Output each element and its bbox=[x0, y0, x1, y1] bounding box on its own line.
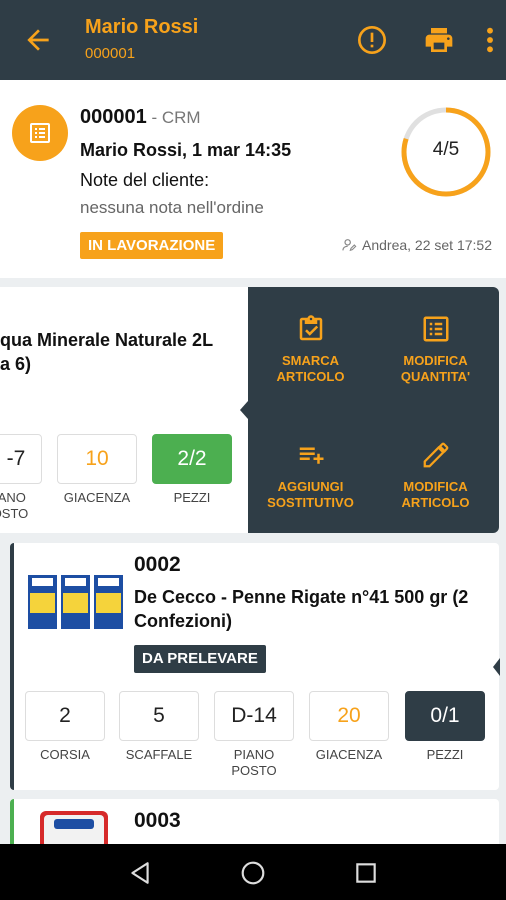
item-code: 0002 bbox=[134, 553, 181, 576]
panel-notch bbox=[240, 401, 248, 419]
pieces-label: PEZZI bbox=[173, 490, 211, 505]
nav-home-icon[interactable] bbox=[240, 860, 266, 886]
position-field: D-14 bbox=[214, 691, 294, 741]
stock-label: GIACENZA bbox=[315, 747, 383, 762]
page-subtitle: 000001 bbox=[85, 45, 136, 62]
swipe-actions-panel: SMARCA ARTICOLO MODIFICA QUANTITA' AGGIUNG… bbox=[240, 287, 499, 533]
position-field: -7 bbox=[0, 434, 42, 484]
app-bar: Mario Rossi 000001 bbox=[0, 0, 506, 80]
order-number: 000001 - CRM bbox=[80, 106, 201, 128]
user-edit-icon bbox=[342, 239, 357, 252]
stock-label: GIACENZA bbox=[63, 490, 131, 505]
progress-text: 4/5 bbox=[432, 139, 460, 160]
position-label: IANOOSTO bbox=[0, 490, 29, 521]
order-icon bbox=[12, 105, 68, 161]
shelf-field: 5 bbox=[119, 691, 199, 741]
order-customer: Mario Rossi, 1 mar 14:35 bbox=[80, 140, 292, 160]
aisle-label: CORSIA bbox=[40, 747, 90, 762]
more-vert-icon[interactable] bbox=[474, 24, 506, 56]
nav-back-icon[interactable] bbox=[127, 860, 153, 886]
add-substitute-button[interactable]: AGGIUNGI SOSTITUTIVO bbox=[248, 440, 373, 511]
clipboard-check-icon bbox=[299, 315, 322, 341]
playlist-add-icon bbox=[299, 447, 323, 464]
product-image bbox=[28, 575, 123, 629]
status-badge: DA PRELEVARE bbox=[134, 645, 266, 673]
shelf-label: SCAFFALE bbox=[125, 747, 193, 762]
edit-quantity-button[interactable]: MODIFICA QUANTITA' bbox=[373, 314, 498, 385]
system-nav-bar bbox=[0, 844, 506, 900]
swipe-indicator bbox=[493, 658, 500, 676]
list-box-icon bbox=[30, 123, 50, 143]
aisle-field: 2 bbox=[25, 691, 105, 741]
order-source: - CRM bbox=[146, 108, 201, 127]
product-image bbox=[40, 811, 108, 844]
nav-recents-icon[interactable] bbox=[353, 860, 379, 886]
page-title: Mario Rossi bbox=[85, 16, 199, 38]
order-item-card[interactable]: 0002 De Cecco - Penne Rigate n°41 500 gr… bbox=[10, 543, 500, 790]
stock-field: 20 bbox=[309, 691, 389, 741]
note-label: Note del cliente: bbox=[80, 170, 210, 190]
item-name: qua Minerale Naturale 2L a 6) bbox=[0, 330, 214, 374]
alert-circle-icon[interactable] bbox=[356, 24, 388, 56]
order-item-card[interactable]: qua Minerale Naturale 2L a 6) -7 IANOOST… bbox=[0, 287, 248, 533]
pieces-label: PEZZI bbox=[426, 747, 464, 762]
edit-item-button[interactable]: MODIFICA ARTICOLO bbox=[373, 440, 498, 511]
item-name: De Cecco - Penne Rigate n°41 500 gr (2 C… bbox=[134, 587, 469, 631]
list-box-icon bbox=[423, 316, 448, 342]
printer-icon[interactable] bbox=[423, 24, 455, 56]
order-header: 000001 - CRM Mario Rossi, 1 mar 14:35 No… bbox=[0, 80, 506, 278]
item-code: 0003 bbox=[134, 809, 181, 832]
note-value: nessuna nota nell'ordine bbox=[80, 198, 264, 217]
mark-item-button[interactable]: SMARCA ARTICOLO bbox=[248, 314, 373, 385]
pieces-field[interactable]: 2/2 bbox=[152, 434, 232, 484]
assignee-info: Andrea, 22 set 17:52 bbox=[341, 237, 492, 253]
status-badge: IN LAVORAZIONE bbox=[80, 232, 224, 259]
pieces-field[interactable]: 0/1 bbox=[405, 691, 485, 741]
position-label: PIANO POSTO bbox=[231, 747, 277, 778]
pencil-icon bbox=[423, 442, 448, 468]
order-item-card[interactable]: 0003 bbox=[10, 799, 499, 844]
stock-field: 10 bbox=[57, 434, 137, 484]
back-arrow-icon[interactable] bbox=[22, 24, 54, 56]
